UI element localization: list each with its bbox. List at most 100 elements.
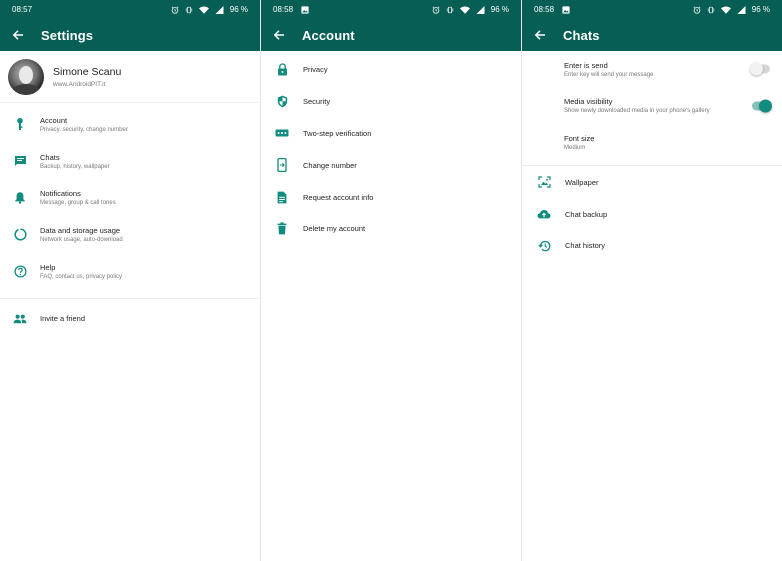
history-icon [534, 236, 554, 256]
setting-label: Media visibility [564, 97, 613, 107]
item-label: Notifications [40, 189, 81, 199]
item-subtitle: Privacy, security, change number [40, 126, 128, 133]
item-label: Wallpaper [565, 177, 599, 187]
divider [522, 164, 782, 166]
data-usage-icon [10, 225, 30, 245]
settings-item-chats[interactable]: Chats Backup, history, wallpaper [0, 143, 260, 180]
item-label: Security [303, 97, 331, 107]
help-icon [10, 262, 30, 282]
chats-list: Wallpaper Chat backup Chat history [522, 167, 782, 262]
media-visibility-toggle[interactable] [752, 99, 772, 113]
vibrate-icon [446, 6, 453, 13]
account-item-delete[interactable]: Delete my account [261, 213, 521, 245]
lock-icon [272, 60, 292, 80]
account-screen: 08:58 96 % Account Privacy Security Two-… [261, 0, 521, 561]
screenshot-collage: 08:57 96 % Settings Simone Scanu www.And… [0, 0, 782, 561]
profile-subtitle: www.AndroidPIT.it [53, 80, 106, 88]
item-label: Invite a friend [40, 314, 86, 324]
wifi-icon [720, 5, 731, 14]
battery-text: 96 % [751, 5, 770, 14]
item-subtitle: Message, group & call tones [40, 200, 116, 207]
app-bar: Settings [0, 19, 260, 51]
status-time: 08:58 [273, 5, 294, 14]
chats-item-wallpaper[interactable]: Wallpaper [522, 167, 782, 199]
app-bar: Chats [522, 19, 782, 51]
item-label: Data and storage usage [40, 226, 121, 236]
item-subtitle: Backup, history, wallpaper [40, 163, 110, 170]
account-item-security[interactable]: Security [261, 86, 521, 118]
chats-item-history[interactable]: Chat history [522, 230, 782, 262]
settings-list: Account Privacy, security, change number… [0, 106, 260, 290]
account-item-privacy[interactable]: Privacy [261, 54, 521, 86]
enter-is-send-toggle[interactable] [750, 62, 770, 76]
settings-item-data-storage[interactable]: Data and storage usage Network usage, au… [0, 216, 260, 253]
battery-text: 96 % [229, 5, 248, 14]
status-time: 08:58 [534, 5, 555, 14]
status-bar: 08:58 96 % [522, 0, 782, 19]
dots-icon [272, 123, 292, 143]
status-time: 08:57 [12, 5, 33, 14]
item-label: Account [40, 115, 68, 125]
settings-item-account[interactable]: Account Privacy, security, change number [0, 106, 260, 143]
trash-icon [272, 219, 292, 239]
chats-item-backup[interactable]: Chat backup [522, 198, 782, 230]
setting-media-visibility[interactable]: Media visibility Show newly downloaded m… [522, 88, 782, 125]
status-bar: 08:58 96 % [261, 0, 521, 19]
item-label: Chats [40, 152, 60, 162]
signal-icon [476, 5, 485, 14]
item-label: Two-step verification [303, 128, 372, 138]
profile-name: Simone Scanu [53, 65, 122, 78]
item-label: Change number [303, 160, 357, 170]
setting-label: Font size [564, 133, 595, 143]
status-bar: 08:57 96 % [0, 0, 260, 19]
page-title: Settings [41, 27, 94, 43]
invite-friend-item[interactable]: Invite a friend [0, 303, 260, 335]
back-arrow-icon[interactable] [271, 27, 287, 43]
wallpaper-icon [534, 172, 554, 192]
image-notification-icon [562, 5, 570, 14]
signal-icon [737, 5, 746, 14]
back-arrow-icon[interactable] [532, 27, 548, 43]
setting-subtitle: Show newly downloaded media in your phon… [564, 108, 710, 115]
page-title: Chats [563, 27, 600, 43]
wifi-icon [459, 5, 470, 14]
account-item-two-step[interactable]: Two-step verification [261, 118, 521, 150]
account-list: Privacy Security Two-step verification C… [261, 54, 521, 245]
item-label: Chat backup [565, 209, 608, 219]
wifi-icon [198, 5, 209, 14]
account-item-request-info[interactable]: Request account info [261, 181, 521, 213]
item-subtitle: Network usage, auto-download [40, 237, 123, 244]
setting-subtitle: Enter key will send your message [564, 71, 654, 78]
item-label: Chat history [565, 241, 606, 251]
item-subtitle: FAQ, contact us, privacy policy [40, 274, 123, 281]
vibrate-icon [707, 6, 714, 13]
item-label: Delete my account [303, 224, 366, 234]
item-label: Privacy [303, 65, 328, 75]
settings-item-help[interactable]: Help FAQ, contact us, privacy policy [0, 253, 260, 290]
account-item-change-number[interactable]: Change number [261, 149, 521, 181]
shield-icon [272, 92, 292, 112]
chats-screen: 08:58 96 % Chats Enter is send Enter key… [522, 0, 782, 561]
settings-item-notifications[interactable]: Notifications Message, group & call tone… [0, 180, 260, 217]
setting-font-size[interactable]: Font size Medium [522, 124, 782, 161]
item-label: Help [40, 263, 56, 273]
setting-enter-is-send[interactable]: Enter is send Enter key will send your m… [522, 51, 782, 88]
app-bar: Account [261, 19, 521, 51]
image-notification-icon [301, 5, 309, 14]
profile-row[interactable]: Simone Scanu www.AndroidPIT.it [0, 51, 260, 103]
key-icon [10, 114, 30, 134]
signal-icon [215, 5, 224, 14]
battery-text: 96 % [490, 5, 509, 14]
page-title: Account [302, 27, 355, 43]
document-icon [272, 187, 292, 207]
back-arrow-icon[interactable] [10, 27, 26, 43]
settings-screen: 08:57 96 % Settings Simone Scanu www.And… [0, 0, 260, 561]
alarm-icon [432, 6, 440, 14]
divider [0, 297, 260, 299]
bell-icon [10, 188, 30, 208]
chat-icon [10, 151, 30, 171]
people-icon [10, 309, 30, 329]
cloud-upload-icon [534, 204, 554, 224]
alarm-icon [171, 6, 179, 14]
avatar [8, 58, 44, 95]
